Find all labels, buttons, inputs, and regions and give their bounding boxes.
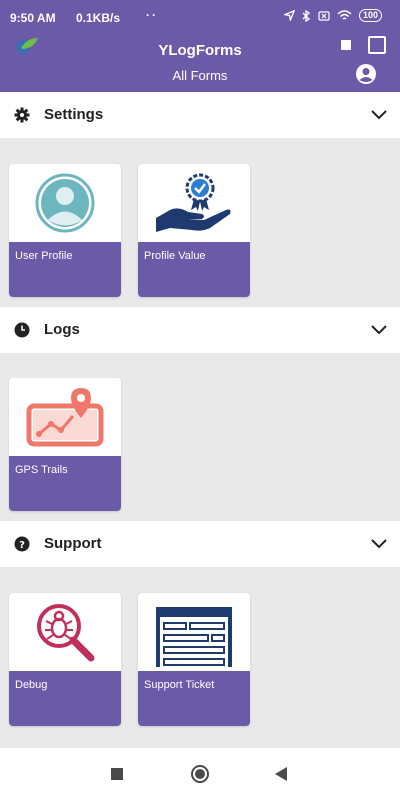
recents-button[interactable]: [111, 768, 123, 780]
back-button[interactable]: [274, 766, 288, 782]
card-profile-value[interactable]: Profile Value: [138, 164, 250, 297]
window-icon[interactable]: [368, 36, 386, 54]
status-network-speed: 0.1KB/s: [76, 11, 121, 25]
award-hand-icon: [156, 173, 231, 232]
card-label: Support Ticket: [144, 679, 215, 691]
chevron-down-icon[interactable]: [370, 106, 388, 124]
section-title: Settings: [44, 106, 104, 123]
battery-indicator: 100: [358, 9, 382, 22]
gps-trail-icon: [26, 388, 104, 447]
svg-text:?: ?: [19, 540, 25, 551]
ticket-form-icon: [156, 607, 232, 667]
bluetooth-icon: [302, 9, 310, 22]
card-gps-trails[interactable]: GPS Trails: [9, 378, 121, 511]
app-title: YLogForms: [158, 42, 242, 59]
page-subtitle: All Forms: [172, 68, 228, 83]
help-icon: ?: [14, 536, 30, 552]
stop-icon[interactable]: [341, 40, 351, 50]
status-extra: ··: [146, 8, 158, 22]
status-icons: 100: [283, 9, 382, 22]
section-settings-header[interactable]: Settings: [0, 92, 400, 138]
user-profile-icon: [35, 173, 95, 233]
card-label: Profile Value: [144, 250, 206, 262]
card-user-profile[interactable]: User Profile: [9, 164, 121, 297]
app-header: 9:50 AM 0.1KB/s ·· 100 YLogForms All For…: [0, 0, 400, 92]
location-icon: [283, 10, 295, 21]
chevron-down-icon[interactable]: [370, 321, 388, 339]
clock-icon: [14, 322, 30, 338]
bug-search-icon: [37, 604, 95, 662]
gear-icon: [14, 107, 30, 123]
wifi-icon: [337, 10, 352, 20]
chevron-down-icon[interactable]: [370, 535, 388, 553]
system-nav-bar: [0, 748, 400, 800]
status-bar: 9:50 AM 0.1KB/s ·· 100: [0, 0, 400, 32]
account-icon[interactable]: [355, 63, 377, 85]
sim-off-icon: [318, 10, 330, 21]
card-label: User Profile: [15, 250, 73, 262]
section-logs-header[interactable]: Logs: [0, 307, 400, 353]
section-support-header[interactable]: ? Support: [0, 521, 400, 567]
card-label: GPS Trails: [15, 464, 68, 476]
status-time: 9:50 AM: [10, 11, 56, 25]
card-label: Debug: [15, 679, 48, 691]
home-button[interactable]: [191, 765, 209, 783]
card-support-ticket[interactable]: Support Ticket: [138, 593, 250, 726]
card-debug[interactable]: Debug: [9, 593, 121, 726]
section-title: Logs: [44, 321, 80, 338]
section-title: Support: [44, 535, 102, 552]
